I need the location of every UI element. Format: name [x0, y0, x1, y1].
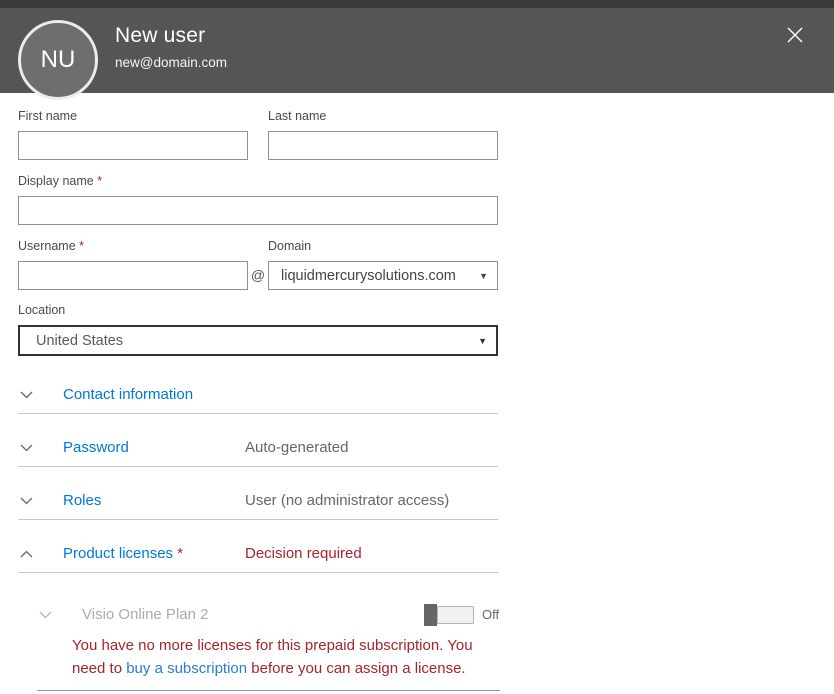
section-label: Roles — [63, 492, 102, 509]
close-icon — [786, 26, 804, 47]
at-symbol: @ — [250, 267, 266, 283]
section-label: Contact information — [63, 386, 194, 403]
panel-title: New user — [115, 24, 206, 47]
required-asterisk: * — [79, 239, 85, 253]
section-label: Product licenses * — [63, 545, 184, 562]
location-select[interactable]: United States ▼ — [18, 325, 498, 356]
chevron-down-icon: ▼ — [478, 335, 487, 346]
chevron-down-icon — [20, 497, 44, 505]
display-name-input[interactable] — [18, 196, 498, 225]
chevron-down-icon[interactable] — [39, 611, 63, 619]
buy-subscription-link[interactable]: buy a subscription — [126, 660, 247, 677]
first-name-input[interactable] — [18, 131, 248, 160]
username-label: Username * — [18, 239, 85, 253]
display-name-label: Display name * — [18, 174, 103, 188]
license-item-visio: Visio Online Plan 2 Off — [18, 603, 500, 626]
domain-label: Domain — [268, 239, 312, 253]
section-roles[interactable]: Roles User (no administrator access) — [18, 467, 498, 520]
section-value: User (no administrator access) — [245, 492, 450, 509]
domain-dropdown[interactable]: liquidmercurysolutions.com ▼ — [268, 261, 498, 290]
license-toggle[interactable]: Off — [424, 603, 500, 626]
section-password[interactable]: Password Auto-generated — [18, 414, 498, 467]
avatar-initials: NU — [40, 46, 76, 73]
toggle-state-label: Off — [482, 607, 500, 622]
close-button[interactable] — [784, 25, 806, 47]
license-warning-message: You have no more licenses for this prepa… — [72, 634, 496, 680]
panel-header: New user new@domain.com — [0, 0, 834, 93]
required-asterisk: * — [177, 545, 184, 562]
section-value: Auto-generated — [245, 439, 349, 456]
license-name: Visio Online Plan 2 — [82, 606, 209, 623]
last-name-label: Last name — [268, 109, 327, 123]
toggle-track — [437, 605, 474, 624]
last-name-input[interactable] — [268, 131, 498, 160]
new-user-panel: New user new@domain.com NU First name La… — [0, 0, 834, 694]
first-name-label: First name — [18, 109, 78, 123]
panel-subtitle: new@domain.com — [115, 55, 228, 70]
avatar: NU — [18, 20, 98, 100]
location-selected-value: United States — [36, 332, 124, 349]
toggle-knob — [424, 603, 437, 626]
chevron-up-icon — [20, 550, 44, 558]
location-label: Location — [18, 303, 66, 317]
section-product-licenses[interactable]: Product licenses * Decision required — [18, 520, 498, 573]
username-input[interactable] — [18, 261, 248, 290]
chevron-down-icon — [20, 444, 44, 452]
header-top-strip — [0, 0, 834, 8]
divider — [37, 690, 500, 691]
chevron-down-icon: ▼ — [479, 270, 488, 281]
chevron-down-icon — [20, 391, 44, 399]
section-label: Password — [63, 439, 129, 456]
required-asterisk: * — [97, 174, 103, 188]
section-value: Decision required — [245, 545, 362, 562]
section-contact-information[interactable]: Contact information — [18, 361, 498, 414]
warning-text: before you can assign a license. — [247, 660, 466, 677]
domain-selected-value: liquidmercurysolutions.com — [281, 267, 456, 284]
